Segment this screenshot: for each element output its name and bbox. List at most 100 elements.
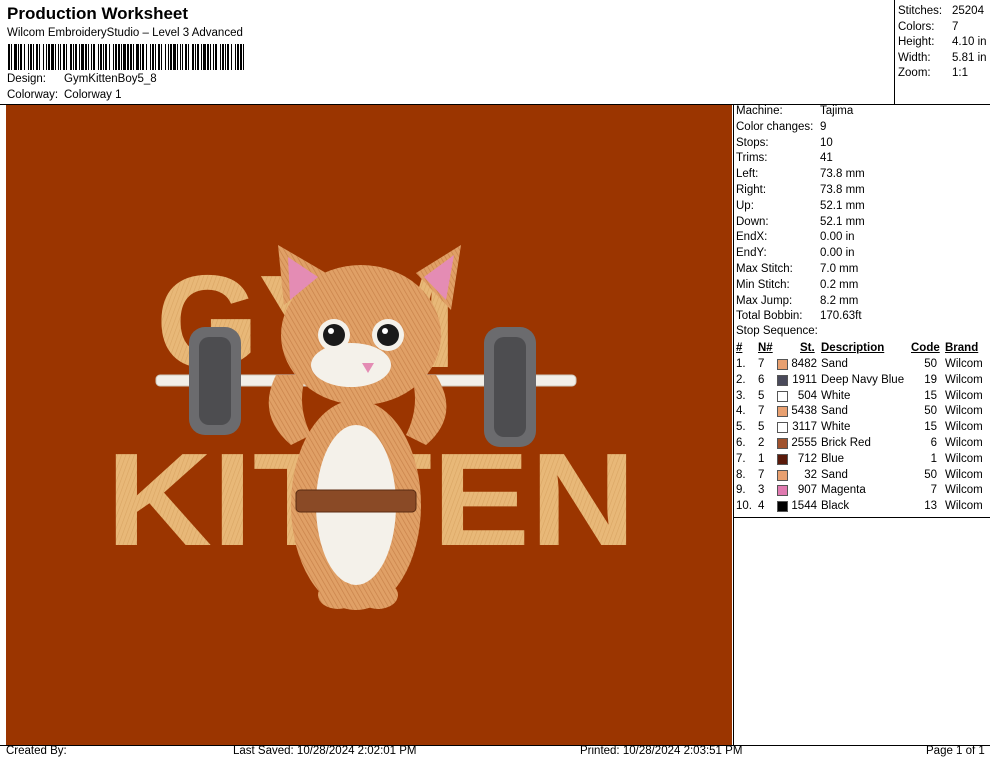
spec-row: Right: 73.8 mm [736,183,986,199]
spec-value: 0.00 in [820,247,855,260]
col-header-description: Description [821,342,885,354]
thread-code: 50 [924,468,937,481]
stop-sequence-title: Stop Sequence: [736,325,818,337]
stitch-count: 8482 [791,358,817,370]
stop-sequence-row: 9. 3 907 Magenta 7 Wilcom [736,483,986,499]
needle-number: 7 [758,405,765,418]
color-swatch [777,501,788,513]
color-swatch [777,485,788,497]
spec-label: Left: [736,168,759,181]
design-name: GymKittenBoy5_8 [64,73,157,85]
software-name: Wilcom EmbroideryStudio – Level 3 Advanc… [7,27,243,39]
stop-sequence-row: 10. 4 1544 Black 13 Wilcom [736,499,986,515]
needle-number: 5 [758,421,765,434]
stitch-count: 2555 [791,437,817,449]
stop-number: 1. [736,358,746,370]
spec-label: Color changes: [736,120,814,133]
color-swatch [777,390,788,402]
spec-value: 52.1 mm [820,215,865,228]
thread-brand: Wilcom [945,468,983,481]
summary-panel: Stitches: 25204 Colors: 7 Height: 4.10 in W… [898,4,988,82]
needle-number: 5 [758,389,765,402]
needle-number: 2 [758,437,765,449]
embroidery-artwork: GYM KITTEN [106,245,636,610]
spec-value: 8.2 mm [820,294,859,307]
footer-printed: Printed: 10/28/2024 2:03:51 PM [580,745,743,757]
summary-width: Width: 5.81 in [898,51,987,64]
summary-stitches: Stitches: 25204 [898,5,984,17]
spec-label: Down: [736,215,769,228]
stop-number: 7. [736,452,746,465]
spec-label: Max Stitch: [736,263,793,275]
thread-description: Sand [821,468,848,481]
thread-brand: Wilcom [945,484,983,497]
color-swatch [777,469,788,481]
stop-sequence-row: 5. 5 3117 White 15 Wilcom [736,420,986,436]
thread-brand: Wilcom [945,421,983,434]
thread-brand: Wilcom [945,437,983,449]
stop-sequence-header: # N# St. Description Code Brand [736,341,986,357]
spec-label: Up: [736,199,754,212]
thread-description: Black [821,500,850,513]
stop-sequence-row: 7. 1 712 Blue 1 Wilcom [736,452,986,468]
spec-value: 170.63ft [820,310,862,323]
spec-label: Max Jump: [736,294,793,307]
thread-description: Sand [821,358,848,370]
stop-number: 9. [736,484,746,497]
col-header-needle: N# [758,342,773,354]
thread-description: Blue [821,452,845,465]
thread-brand: Wilcom [945,405,983,418]
footer-divider [0,745,990,746]
summary-colors: Colors: 7 [898,20,959,33]
spec-row: EndX: 0.00 in [736,230,986,246]
spec-label: Stops: [736,136,769,149]
stitch-count: 5438 [791,405,817,418]
color-swatch [777,359,788,370]
thread-brand: Wilcom [945,358,983,370]
stop-sequence-row: 6. 2 2555 Brick Red 6 Wilcom [736,436,986,452]
color-swatch [777,374,788,386]
summary-zoom: Zoom: 1:1 [898,67,968,79]
thread-code: 7 [930,484,937,497]
stop-sequence-row: 1. 7 8482 Sand 50 Wilcom [736,357,986,373]
thread-code: 50 [924,405,937,418]
stop-sequence-bottom-line [733,517,990,518]
spec-row: Trims: 41 [736,151,986,167]
col-header-num: # [736,342,743,354]
spec-label: Machine: [736,105,783,117]
color-swatch [777,406,788,418]
stop-sequence-row: 4. 7 5438 Sand 50 Wilcom [736,404,986,420]
spec-label: EndX: [736,231,768,244]
thread-code: 1 [930,452,937,465]
spec-value: Tajima [820,105,854,117]
needle-number: 7 [758,358,765,370]
spec-row: Max Stitch: 7.0 mm [736,262,986,278]
thread-brand: Wilcom [945,373,983,386]
spec-row: Machine: Tajima [736,104,986,120]
thread-description: Magenta [821,484,866,497]
col-header-brand: Brand [945,342,979,354]
spec-value: 0.2 mm [820,278,859,291]
spec-row: Color changes: 9 [736,120,986,136]
spec-row: Stops: 10 [736,136,986,152]
stitch-count: 1911 [792,373,817,386]
summary-divider [894,0,895,104]
spec-value: 73.8 mm [820,184,865,196]
stitch-count: 907 [797,484,817,497]
spec-value: 7.0 mm [820,263,859,275]
spec-label: Total Bobbin: [736,310,803,323]
stop-number: 8. [736,468,746,481]
colorway-label: Colorway: [7,89,59,101]
needle-number: 6 [758,373,765,386]
thread-code: 15 [924,421,937,434]
spec-value: 73.8 mm [820,168,865,181]
needle-number: 4 [758,500,765,513]
left-weight-plate [189,327,241,435]
spec-value: 41 [820,152,833,165]
stitch-count: 712 [797,452,817,465]
thread-description: Sand [821,405,848,418]
thread-code: 6 [930,437,937,449]
spec-label: Min Stitch: [736,278,790,291]
col-header-code: Code [911,342,940,354]
spec-row: Down: 52.1 mm [736,215,986,231]
